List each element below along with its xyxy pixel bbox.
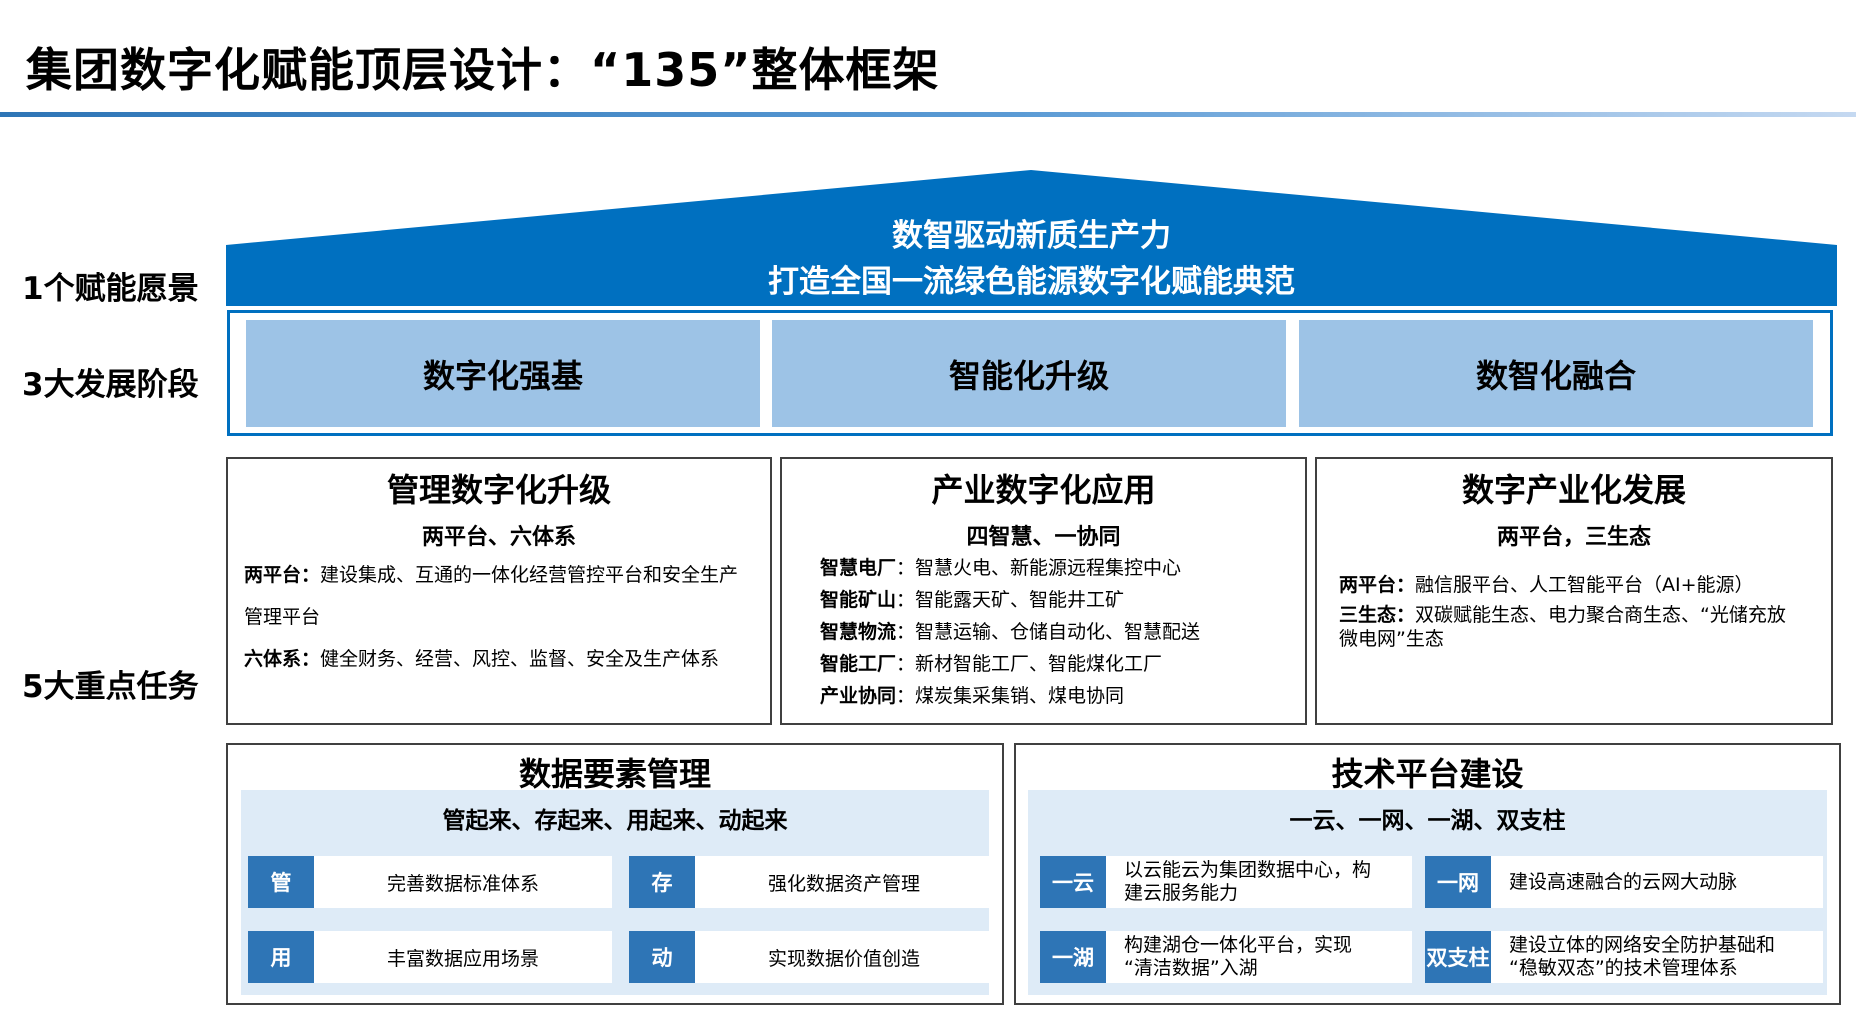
data-management-title: 数据要素管理 [518,755,711,793]
tech-card-badge: 双支柱 [1425,931,1491,983]
data-management-subtitle: 管起来、存起来、用起来、动起来 [442,808,788,834]
tech-card-text: 建设立体的网络安全防护基础和 “稳敏双态”的技术管理体系 [1491,931,1823,983]
label-tasks: 5大重点任务 [22,669,199,705]
data-card-use: 用 丰富数据应用场景 [248,931,612,983]
task-line-text: ：煤炭集采集销、煤电协同 [896,685,1125,707]
tech-card-text: 构建湖仓一体化平台，实现 “清洁数据”入湖 [1106,931,1412,983]
stage-1: 数字化强基 [246,320,760,427]
task-line: 智能矿山：智能露天矿、智能井工矿 [820,585,1124,615]
task-line-key: 智慧物流 [820,621,897,643]
page-title: 集团数字化赋能顶层设计：“135”整体框架 [26,43,940,97]
task-subtitle: 四智慧、一协同 [966,525,1121,550]
data-card-text: 丰富数据应用场景 [386,947,539,970]
task-line-key: 两平台： [244,564,321,586]
data-card-badge: 用 [248,931,314,983]
tech-card-badge: 一网 [1425,856,1491,908]
data-card-badge: 管 [248,856,314,908]
tech-card-network: 一网 建设高速融合的云网大动脉 [1425,856,1823,908]
title-underline [0,112,1856,117]
label-stages: 3大发展阶段 [22,367,199,403]
task-line: 两平台：融信服平台、人工智能平台（AI+能源） [1339,570,1754,600]
tech-card-text: 建设高速融合的云网大动脉 [1491,856,1823,908]
task-subtitle: 两平台、六体系 [421,525,576,550]
task-line-text: ：智慧火电、新能源远程集控中心 [896,557,1182,579]
task-line-key: 智慧电厂 [820,557,897,579]
task-line-key: 智能工厂 [820,653,897,675]
tech-card-text-line1: 建设高速融合的云网大动脉 [1509,870,1738,893]
task-line: 产业协同：煤炭集采集销、煤电协同 [820,681,1124,711]
vision-line-1: 数智驱动新质生产力 [892,218,1171,254]
stage-2: 智能化升级 [772,320,1286,427]
task-line: 三生态：双碳赋能生态、电力聚合商生态、“光储充放 [1339,602,1786,628]
task-line: 管理平台 [244,602,320,632]
task-line: 智慧电厂：智慧火电、新能源远程集控中心 [820,553,1181,583]
tech-card-text-line2: 建云服务能力 [1124,882,1239,904]
tech-card-badge: 一湖 [1040,931,1106,983]
task-management-digital: 管理数字化升级 两平台、六体系 两平台：建设集成、互通的一体化经营管控平台和安全… [226,457,772,725]
task-line: 两平台：建设集成、互通的一体化经营管控平台和安全生产 [244,560,738,590]
task-line-text: 双碳赋能生态、电力聚合商生态、“光储充放 [1415,604,1786,626]
task-line-text: ：新材智能工厂、智能煤化工厂 [896,653,1163,675]
tech-platform-title: 技术平台建设 [1331,755,1524,793]
task-line-key: 六体系： [244,648,321,670]
task-line-key: 两平台： [1339,574,1416,596]
vision-line-2: 打造全国一流绿色能源数字化赋能典范 [768,264,1295,300]
task-line: 智慧物流：智慧运输、仓储自动化、智慧配送 [820,617,1200,647]
task-line-text: ：智慧运输、仓储自动化、智慧配送 [896,621,1201,643]
task-industry-digital: 产业数字化应用 四智慧、一协同 智慧电厂：智慧火电、新能源远程集控中心 智能矿山… [780,457,1307,725]
tech-card-lake: 一湖 构建湖仓一体化平台，实现 “清洁数据”入湖 [1040,931,1412,983]
task-title: 数字产业化发展 [1461,471,1686,509]
tech-card-text: 以云能云为集团数据中心，构 建云服务能力 [1106,856,1412,908]
tech-card-text-line1: 构建湖仓一体化平台，实现 [1124,934,1353,956]
task-title: 管理数字化升级 [386,471,611,509]
task-subtitle: 两平台，三生态 [1496,525,1651,550]
data-card-manage: 管 完善数据标准体系 [248,856,612,908]
task-line-text: 微电网”生态 [1339,628,1444,650]
data-card-store: 存 强化数据资产管理 [629,856,993,908]
data-card-text: 完善数据标准体系 [386,872,539,895]
task-line-key: 产业协同 [820,685,897,707]
data-management-box: 数据要素管理 管起来、存起来、用起来、动起来 管 完善数据标准体系 存 强化数据… [226,743,1004,1005]
label-vision: 1个赋能愿景 [22,271,199,307]
tech-platform-subtitle: 一云、一网、一湖、双支柱 [1289,808,1566,834]
tech-card-text-line2: “稳敏双态”的技术管理体系 [1509,957,1738,979]
tech-platform-box: 技术平台建设 一云、一网、一湖、双支柱 一云 以云能云为集团数据中心，构 建云服… [1014,743,1841,1005]
data-card-move: 动 实现数据价值创造 [629,931,993,983]
task-digital-industry: 数字产业化发展 两平台，三生态 两平台：融信服平台、人工智能平台（AI+能源） … [1315,457,1833,725]
task-line-text: 管理平台 [244,606,321,628]
task-line-text: 健全财务、经营、风控、监督、安全及生产体系 [320,648,720,670]
task-line-key: 三生态： [1339,604,1416,626]
task-title: 产业数字化应用 [931,471,1156,509]
task-line-text: ：智能露天矿、智能井工矿 [896,589,1125,611]
task-line-key: 智能矿山 [820,589,897,611]
tech-card-pillars: 双支柱 建设立体的网络安全防护基础和 “稳敏双态”的技术管理体系 [1425,931,1823,983]
tech-card-text-line2: “清洁数据”入湖 [1124,957,1258,979]
data-card-badge: 存 [629,856,695,908]
task-line-text: 融信服平台、人工智能平台（AI+能源） [1415,574,1754,596]
tech-card-text-line1: 建设立体的网络安全防护基础和 [1509,934,1776,956]
data-card-text: 实现数据价值创造 [767,947,920,970]
data-card-text: 强化数据资产管理 [767,872,920,895]
task-line: 智能工厂：新材智能工厂、智能煤化工厂 [820,649,1162,679]
tech-card-text-line1: 以云能云为集团数据中心，构 [1124,859,1372,881]
task-line: 六体系：健全财务、经营、风控、监督、安全及生产体系 [244,644,719,674]
tech-card-badge: 一云 [1040,856,1106,908]
stage-3: 数智化融合 [1299,320,1813,427]
task-line-text: 建设集成、互通的一体化经营管控平台和安全生产 [320,564,739,586]
data-card-badge: 动 [629,931,695,983]
tech-card-cloud: 一云 以云能云为集团数据中心，构 建云服务能力 [1040,856,1412,908]
task-line: 微电网”生态 [1339,626,1444,652]
